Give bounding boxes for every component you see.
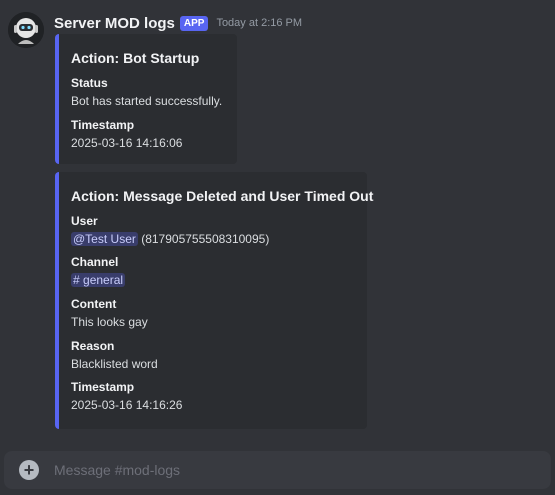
embed-title: Action: Bot Startup [71,50,200,66]
field-name-channel: Channel [71,255,119,269]
field-value-status: Bot has started successfully. [71,94,223,108]
message-input[interactable]: Message #mod-logs [54,462,180,478]
embed-message-deleted: Action: Message Deleted and User Timed O… [55,172,373,429]
message-timestamp[interactable]: Today at 2:16 PM [216,17,302,29]
embed-bot-startup: Action: Bot Startup Status Bot has start… [55,34,237,164]
field-name-timestamp: Timestamp [71,380,135,394]
field-name-status: Status [71,76,108,90]
message-composer[interactable]: + Message #mod-logs [4,451,551,489]
field-name-user: User [71,214,98,228]
field-value-reason: Blacklisted word [71,357,158,371]
channel-mention[interactable]: # general [71,273,126,287]
hash-icon: # [73,273,80,287]
robot-avatar-icon [8,12,44,48]
user-id: (817905755508310095) [141,232,270,246]
field-value-channel: # general [71,273,126,287]
user-mention[interactable]: @Test User [71,232,138,246]
field-name-content: Content [71,297,117,311]
field-value-timestamp: 2025-03-16 14:16:26 [71,398,183,412]
username[interactable]: Server MOD logs [54,15,175,32]
field-value-user: @Test User (817905755508310095) [71,232,269,246]
avatar[interactable] [8,12,44,48]
app-badge: APP [179,15,209,31]
embed-title: Action: Message Deleted and User Timed O… [71,188,374,204]
plus-circle-icon[interactable]: + [19,460,39,480]
field-value-timestamp: 2025-03-16 14:16:06 [71,136,183,150]
field-name-reason: Reason [71,339,115,353]
field-value-content: This looks gay [71,315,148,329]
message-header: Server MOD logs APP Today at 2:16 PM [54,13,302,33]
field-name-timestamp: Timestamp [71,118,135,132]
channel-name: general [83,273,124,287]
